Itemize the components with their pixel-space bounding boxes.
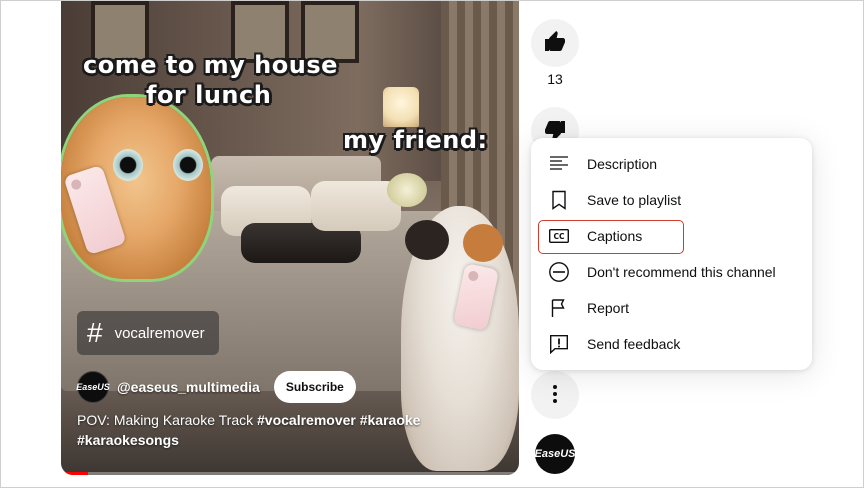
meme-caption-top-line2: for lunch <box>146 81 272 109</box>
thumbs-up-icon <box>543 30 567 57</box>
more-vertical-icon <box>543 382 567 409</box>
channel-row: EaseUS @easeus_multimedia Subscribe <box>76 371 356 403</box>
cat-eye <box>113 149 143 181</box>
flower-vase <box>387 173 427 207</box>
bookmark-icon <box>547 188 571 212</box>
svg-text:CC: CC <box>553 232 565 241</box>
more-actions-button[interactable] <box>531 371 579 419</box>
title-hashtag[interactable]: #vocalremover <box>257 412 356 428</box>
progress-fill <box>61 472 89 475</box>
description-icon <box>547 152 571 176</box>
title-hashtag[interactable]: #karaokesongs <box>77 432 179 448</box>
phone-image <box>452 263 500 331</box>
subscribe-button[interactable]: Subscribe <box>273 371 356 403</box>
cat-eye <box>173 149 203 181</box>
flag-icon <box>547 296 571 320</box>
like-count: 13 <box>547 71 563 87</box>
menu-item-label: Captions <box>587 228 643 244</box>
orange-cat-image <box>61 97 211 279</box>
menu-item-description[interactable]: Description <box>531 146 812 182</box>
phone-image <box>63 164 127 256</box>
progress-bar[interactable] <box>61 472 519 475</box>
feedback-icon <box>547 332 571 356</box>
menu-item-report[interactable]: Report <box>531 290 812 326</box>
title-hashtag[interactable]: #karaoke <box>360 412 421 428</box>
hashtag-label: vocalremover <box>114 324 205 342</box>
shorts-video-player[interactable]: come to my house for lunch my friend: # … <box>61 1 519 475</box>
video-title-text: POV: Making Karaoke Track <box>77 412 257 428</box>
menu-item-captions[interactable]: CC Captions <box>531 218 812 254</box>
menu-item-label: Save to playlist <box>587 192 682 208</box>
meme-caption-right: my friend: <box>343 126 488 154</box>
like-button[interactable] <box>531 19 579 67</box>
meme-caption-top: come to my house <box>83 51 338 79</box>
menu-item-save-to-playlist[interactable]: Save to playlist <box>531 182 812 218</box>
menu-item-send-feedback[interactable]: Send feedback <box>531 326 812 362</box>
menu-item-dont-recommend[interactable]: Don't recommend this channel <box>531 254 812 290</box>
lamp <box>383 87 419 127</box>
block-icon <box>547 260 571 284</box>
menu-item-label: Description <box>587 156 658 172</box>
video-title[interactable]: POV: Making Karaoke Track #vocalremover … <box>77 410 477 450</box>
channel-avatar[interactable]: EaseUS <box>535 434 576 474</box>
channel-handle[interactable]: @easeus_multimedia <box>117 379 260 395</box>
menu-item-label: Don't recommend this channel <box>587 264 776 280</box>
menu-item-label: Report <box>587 300 630 316</box>
menu-item-label: Send feedback <box>587 336 681 352</box>
hash-icon: # <box>87 317 103 348</box>
channel-avatar-small[interactable]: EaseUS <box>76 371 110 403</box>
more-actions-menu: Description Save to playlist CC Captions… <box>531 138 812 370</box>
hashtag-chip[interactable]: # vocalremover <box>77 311 219 355</box>
captions-icon: CC <box>547 224 571 248</box>
